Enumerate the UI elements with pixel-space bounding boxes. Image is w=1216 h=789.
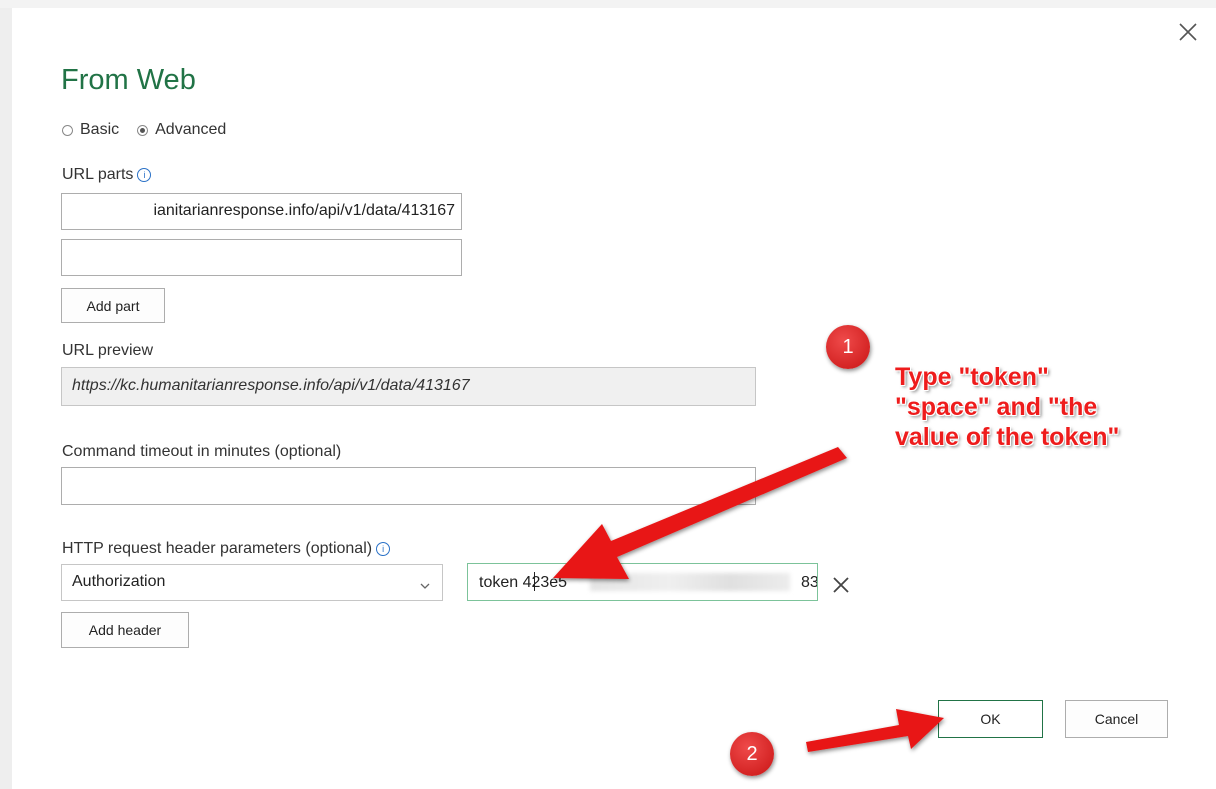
url-part-2-input[interactable]: [61, 239, 462, 276]
header-value-suffix: 83: [801, 574, 818, 591]
timeout-input[interactable]: [61, 467, 756, 505]
add-part-button[interactable]: Add part: [61, 288, 165, 323]
radio-basic[interactable]: [62, 124, 73, 136]
timeout-label: Command timeout in minutes (optional): [62, 443, 342, 460]
radio-advanced-label[interactable]: Advanced: [155, 121, 226, 139]
chevron-down-icon: [420, 577, 430, 589]
radio-basic-label[interactable]: Basic: [80, 121, 119, 139]
mode-radio-group: Basic Advanced: [62, 121, 244, 139]
cancel-button[interactable]: Cancel: [1065, 700, 1168, 738]
window-edge-shadow: [0, 0, 12, 789]
arrow-to-ok-button: [806, 709, 944, 752]
header-value-prefix: token 423e5: [479, 574, 568, 591]
step-2-badge: 2: [730, 732, 774, 776]
header-value-input[interactable]: token 423e5 83: [467, 563, 818, 601]
radio-advanced[interactable]: [137, 124, 149, 136]
step-1-annotation-text: Type "token" "space" and "the value of t…: [895, 362, 1119, 452]
info-icon[interactable]: i: [376, 541, 391, 556]
annotation-line-2: "space" and "the: [895, 393, 1098, 421]
text-caret: [534, 572, 535, 591]
remove-icon[interactable]: [831, 575, 851, 595]
cancel-button-label: Cancel: [1094, 711, 1139, 727]
header-name-value: Authorization: [72, 573, 166, 590]
url-preview-label: URL preview: [62, 342, 153, 359]
step-1-badge: 1: [826, 325, 870, 369]
url-parts-label-text: URL parts: [62, 166, 134, 183]
close-icon[interactable]: [1176, 20, 1200, 44]
url-part-1-value: ianitarianresponse.info/api/v1/data/4131…: [153, 202, 455, 219]
info-icon[interactable]: i: [137, 167, 152, 182]
annotation-line-1: Type "token": [895, 363, 1049, 391]
http-headers-label-text: HTTP request header parameters (optional…: [62, 540, 373, 557]
http-headers-label: HTTP request header parameters (optional…: [62, 540, 391, 558]
ok-button-label: OK: [980, 711, 1001, 727]
dialog-title: From Web: [61, 64, 196, 96]
header-name-select[interactable]: Authorization: [61, 564, 443, 601]
window-top-shadow: [0, 0, 1216, 8]
url-preview-field: https://kc.humanitarianresponse.info/api…: [61, 367, 756, 406]
annotation-line-3: value of the token": [895, 423, 1120, 451]
add-header-button[interactable]: Add header: [61, 612, 189, 648]
url-part-1-input[interactable]: ianitarianresponse.info/api/v1/data/4131…: [61, 193, 462, 230]
ok-button[interactable]: OK: [938, 700, 1043, 738]
url-parts-label: URL parts i: [62, 166, 152, 184]
redacted-token-blur: [590, 573, 790, 591]
